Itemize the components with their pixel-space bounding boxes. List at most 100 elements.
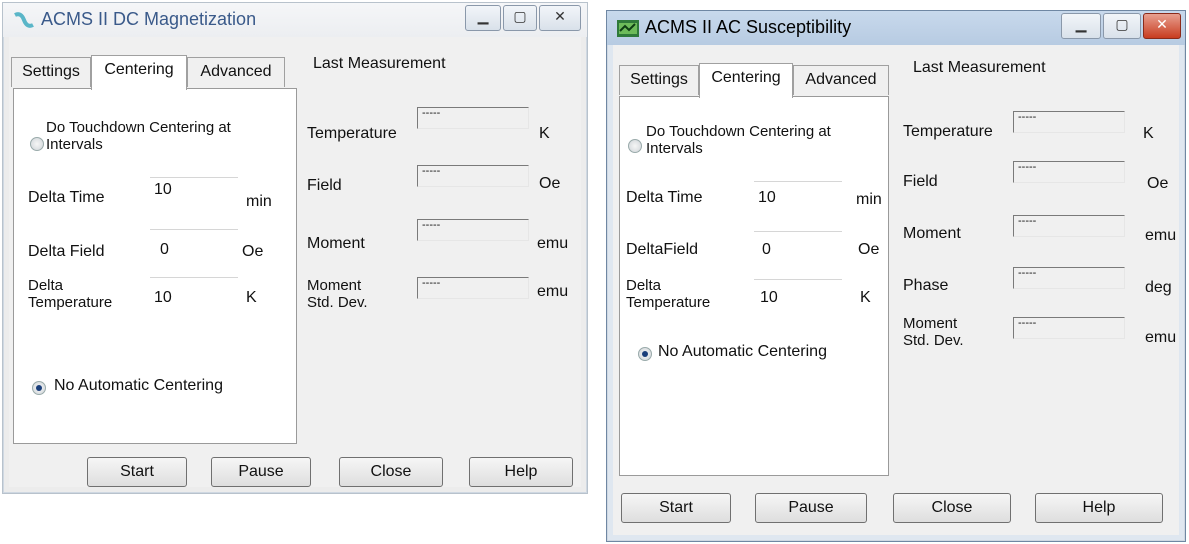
phase-readout: -----	[1013, 267, 1125, 289]
maximize-icon: ▢	[513, 9, 527, 25]
moment-label: Moment	[903, 225, 961, 242]
delta-time-unit: min	[246, 193, 272, 210]
field-label: Field	[903, 173, 938, 190]
tab-advanced[interactable]: Advanced	[793, 65, 889, 95]
tab-advanced[interactable]: Advanced	[187, 57, 285, 87]
centering-panel: Do Touchdown Centering at Intervals Delt…	[619, 96, 889, 476]
dc-magnetization-window: ACMS II DC Magnetization ▁ ▢ ✕ Settings …	[2, 2, 588, 494]
minimize-icon: ▁	[477, 9, 489, 25]
tab-label: Centering	[711, 69, 781, 86]
field-label: Field	[307, 177, 342, 194]
window-client: Settings Centering Advanced Do Touchdown…	[613, 45, 1179, 535]
phase-unit: deg	[1145, 279, 1172, 296]
moment-stddev-label: Moment Std. Dev.	[903, 315, 964, 349]
delta-field-unit: Oe	[242, 243, 264, 260]
delta-field-label: Delta Field	[28, 243, 105, 260]
moment-stddev-unit: emu	[537, 283, 569, 300]
field-border	[754, 279, 842, 280]
delta-temp-unit: K	[246, 289, 257, 306]
minimize-button[interactable]: ▁	[1061, 13, 1101, 39]
maximize-icon: ▢	[1115, 17, 1129, 33]
delta-temp-unit: K	[860, 289, 871, 306]
field-border	[150, 229, 238, 230]
tab-settings[interactable]: Settings	[619, 65, 699, 95]
tab-centering[interactable]: Centering	[91, 55, 187, 90]
delta-temp-label: Delta Temperature	[28, 277, 113, 311]
touchdown-label: Do Touchdown Centering at Intervals	[646, 123, 831, 157]
title-bar[interactable]: ACMS II DC Magnetization ▁ ▢ ✕	[3, 3, 587, 37]
field-unit: Oe	[539, 175, 561, 192]
tab-label: Settings	[630, 71, 688, 88]
moment-readout: -----	[1013, 215, 1125, 237]
app-icon	[617, 20, 639, 37]
last-measurement-heading: Last Measurement	[913, 59, 1046, 76]
field-border	[150, 177, 238, 178]
tab-label: Centering	[104, 61, 174, 78]
touchdown-label: Do Touchdown Centering at Intervals	[46, 119, 231, 153]
delta-time-unit: min	[856, 191, 882, 208]
maximize-button[interactable]: ▢	[1103, 13, 1141, 39]
field-border	[754, 231, 842, 232]
close-button[interactable]: Close	[893, 493, 1011, 523]
minimize-button[interactable]: ▁	[465, 5, 501, 31]
close-window-button[interactable]: ✕	[539, 5, 581, 31]
phase-label: Phase	[903, 277, 949, 294]
delta-time-field[interactable]: 10	[154, 181, 172, 199]
moment-stddev-readout: -----	[1013, 317, 1125, 339]
title-bar[interactable]: ACMS II AC Susceptibility ▁ ▢ ✕	[607, 11, 1185, 45]
close-icon: ✕	[554, 9, 566, 25]
no-auto-centering-radio[interactable]	[638, 347, 652, 361]
close-button[interactable]: Close	[339, 457, 443, 487]
tab-settings[interactable]: Settings	[11, 57, 91, 87]
delta-field-label: DeltaField	[626, 241, 699, 258]
last-measurement-heading: Last Measurement	[313, 55, 446, 72]
no-auto-centering-radio[interactable]	[32, 381, 46, 395]
moment-label: Moment	[307, 235, 365, 252]
app-icon	[14, 12, 34, 28]
moment-unit: emu	[537, 235, 569, 252]
delta-field-field[interactable]: 0	[762, 241, 771, 259]
moment-stddev-label: Moment Std. Dev.	[307, 277, 368, 311]
help-button[interactable]: Help	[469, 457, 573, 487]
field-unit: Oe	[1147, 175, 1169, 192]
temperature-label: Temperature	[903, 123, 993, 140]
moment-readout: -----	[417, 219, 529, 241]
minimize-icon: ▁	[1075, 17, 1087, 33]
tab-centering[interactable]: Centering	[699, 63, 793, 98]
tab-label: Settings	[22, 63, 80, 80]
temperature-readout: -----	[1013, 111, 1125, 133]
delta-temp-label: Delta Temperature	[626, 277, 711, 311]
maximize-button[interactable]: ▢	[503, 5, 537, 31]
start-button[interactable]: Start	[621, 493, 731, 523]
window-client: Settings Centering Advanced Do Touchdown…	[9, 37, 581, 487]
delta-field-field[interactable]: 0	[160, 241, 169, 259]
window-title: ACMS II AC Susceptibility	[645, 17, 852, 37]
delta-field-unit: Oe	[858, 241, 880, 258]
field-readout: -----	[1013, 161, 1125, 183]
touchdown-radio[interactable]	[30, 137, 44, 151]
tab-label: Advanced	[805, 71, 877, 88]
no-auto-centering-label: No Automatic Centering	[54, 377, 223, 394]
moment-unit: emu	[1145, 227, 1177, 244]
moment-stddev-unit: emu	[1145, 329, 1177, 346]
pause-button[interactable]: Pause	[211, 457, 311, 487]
delta-time-field[interactable]: 10	[758, 189, 776, 207]
close-icon: ✕	[1156, 17, 1168, 33]
field-readout: -----	[417, 165, 529, 187]
temperature-unit: K	[1143, 125, 1154, 142]
field-border	[150, 277, 238, 278]
temperature-unit: K	[539, 125, 550, 142]
delta-time-label: Delta Time	[626, 189, 703, 206]
delta-time-label: Delta Time	[28, 189, 105, 206]
no-auto-centering-label: No Automatic Centering	[658, 343, 827, 360]
touchdown-radio[interactable]	[628, 139, 642, 153]
moment-stddev-readout: -----	[417, 277, 529, 299]
pause-button[interactable]: Pause	[755, 493, 867, 523]
close-window-button[interactable]: ✕	[1143, 13, 1181, 39]
help-button[interactable]: Help	[1035, 493, 1163, 523]
field-border	[754, 181, 842, 182]
delta-temp-field[interactable]: 10	[154, 289, 172, 307]
delta-temp-field[interactable]: 10	[760, 289, 778, 307]
ac-susceptibility-window: ACMS II AC Susceptibility ▁ ▢ ✕ Settings…	[606, 10, 1186, 542]
start-button[interactable]: Start	[87, 457, 187, 487]
